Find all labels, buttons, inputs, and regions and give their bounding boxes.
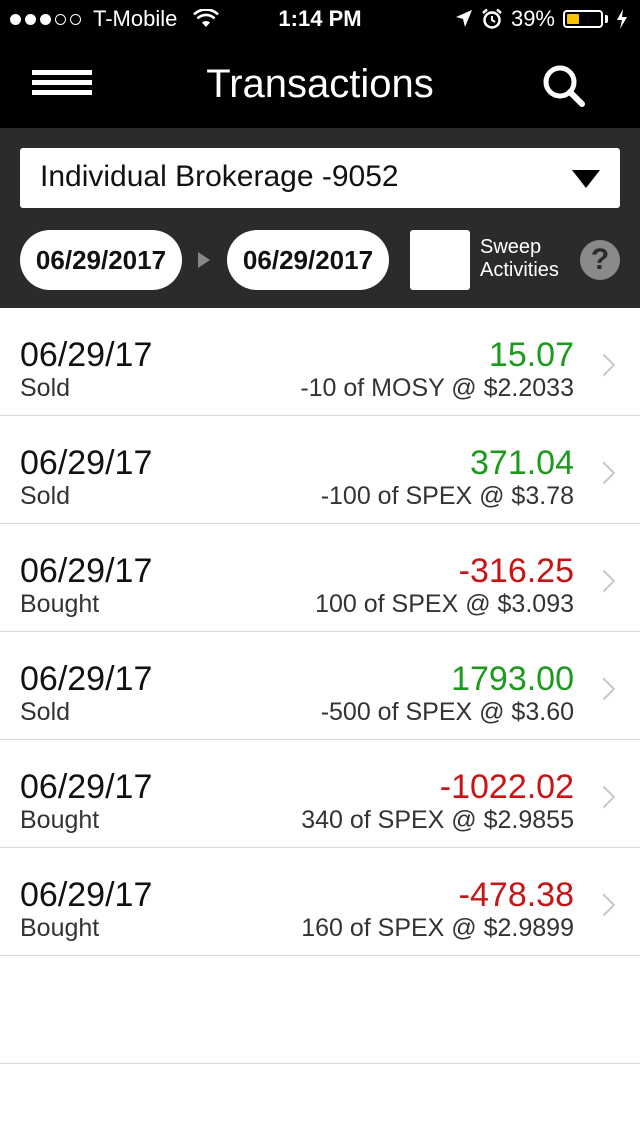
transaction-amount: 15.07 <box>488 336 574 374</box>
transaction-row[interactable]: 06/29/17 Bought -316.25 100 of SPEX @ $3… <box>0 524 640 632</box>
chevron-right-icon <box>592 893 616 917</box>
transaction-date: 06/29/17 <box>20 552 153 590</box>
transaction-row[interactable]: 06/29/17 Sold 371.04 -100 of SPEX @ $3.7… <box>0 416 640 524</box>
transaction-amount: 1793.00 <box>451 660 574 698</box>
transaction-detail: 100 of SPEX @ $3.093 <box>315 590 574 618</box>
transaction-type: Bought <box>20 914 100 942</box>
location-arrow-icon <box>455 10 472 27</box>
transaction-row[interactable]: 06/29/17 Bought -478.38 160 of SPEX @ $2… <box>0 848 640 956</box>
help-button[interactable]: ? <box>580 240 620 280</box>
transaction-detail: 160 of SPEX @ $2.9899 <box>301 914 574 942</box>
chevron-right-icon <box>592 785 616 809</box>
search-icon <box>543 65 585 107</box>
transaction-date: 06/29/17 <box>20 336 153 374</box>
transaction-row[interactable]: 06/29/17 Sold 1793.00 -500 of SPEX @ $3.… <box>0 632 640 740</box>
sweep-label-line2: Activities <box>480 259 559 281</box>
battery-level-fill <box>567 14 579 24</box>
battery-nub <box>605 15 608 23</box>
transaction-row[interactable]: 06/29/17 Sold 15.07 -10 of MOSY @ $2.203… <box>0 308 640 416</box>
empty-list-row <box>0 956 640 1064</box>
transaction-date: 06/29/17 <box>20 660 153 698</box>
transaction-detail: -100 of SPEX @ $3.78 <box>320 482 574 510</box>
transaction-amount: -478.38 <box>458 876 574 914</box>
transaction-type: Sold <box>20 482 71 510</box>
transaction-amount: -316.25 <box>458 552 574 590</box>
transaction-date: 06/29/17 <box>20 444 153 482</box>
status-right: 39% <box>455 6 628 32</box>
transaction-type: Bought <box>20 590 100 618</box>
end-date-picker[interactable]: 06/29/2017 <box>227 230 389 290</box>
transaction-detail: 340 of SPEX @ $2.9855 <box>301 806 574 834</box>
chevron-right-icon <box>592 461 616 485</box>
alarm-clock-icon <box>482 8 502 29</box>
sweep-label-line1: Sweep <box>480 236 542 258</box>
transaction-amount: 371.04 <box>470 444 574 482</box>
chevron-right-icon <box>592 569 616 593</box>
transaction-detail: -10 of MOSY @ $2.2033 <box>300 374 574 402</box>
transactions-list: 06/29/17 Sold 15.07 -10 of MOSY @ $2.203… <box>0 308 640 1064</box>
transaction-date: 06/29/17 <box>20 768 153 806</box>
battery-percent: 39% <box>510 6 555 31</box>
account-selected-value: Individual Brokerage -9052 <box>40 160 399 193</box>
search-button[interactable] <box>540 62 588 110</box>
chevron-right-icon <box>592 677 616 701</box>
transaction-type: Bought <box>20 806 100 834</box>
transaction-type: Sold <box>20 698 71 726</box>
status-bar: T-Mobile 1:14 PM 39% <box>0 0 640 40</box>
charging-bolt-icon <box>617 9 627 29</box>
transaction-row[interactable]: 06/29/17 Bought -1022.02 340 of SPEX @ $… <box>0 740 640 848</box>
filter-bar: Individual Brokerage -9052 06/29/2017 06… <box>0 128 640 308</box>
transaction-detail: -500 of SPEX @ $3.60 <box>320 698 574 726</box>
start-date-picker[interactable]: 06/29/2017 <box>20 230 182 290</box>
dropdown-arrow-icon <box>572 170 600 188</box>
sweep-activities-label: Sweep Activities <box>480 236 559 282</box>
account-dropdown[interactable]: Individual Brokerage -9052 <box>20 148 620 208</box>
navigation-bar: Transactions <box>0 40 640 128</box>
date-range-arrow-icon <box>198 252 210 268</box>
transaction-date: 06/29/17 <box>20 876 153 914</box>
transaction-amount: -1022.02 <box>439 768 574 806</box>
transaction-type: Sold <box>20 374 71 402</box>
sweep-activities-checkbox[interactable] <box>410 230 470 290</box>
battery-icon <box>563 10 603 28</box>
chevron-right-icon <box>592 353 616 377</box>
